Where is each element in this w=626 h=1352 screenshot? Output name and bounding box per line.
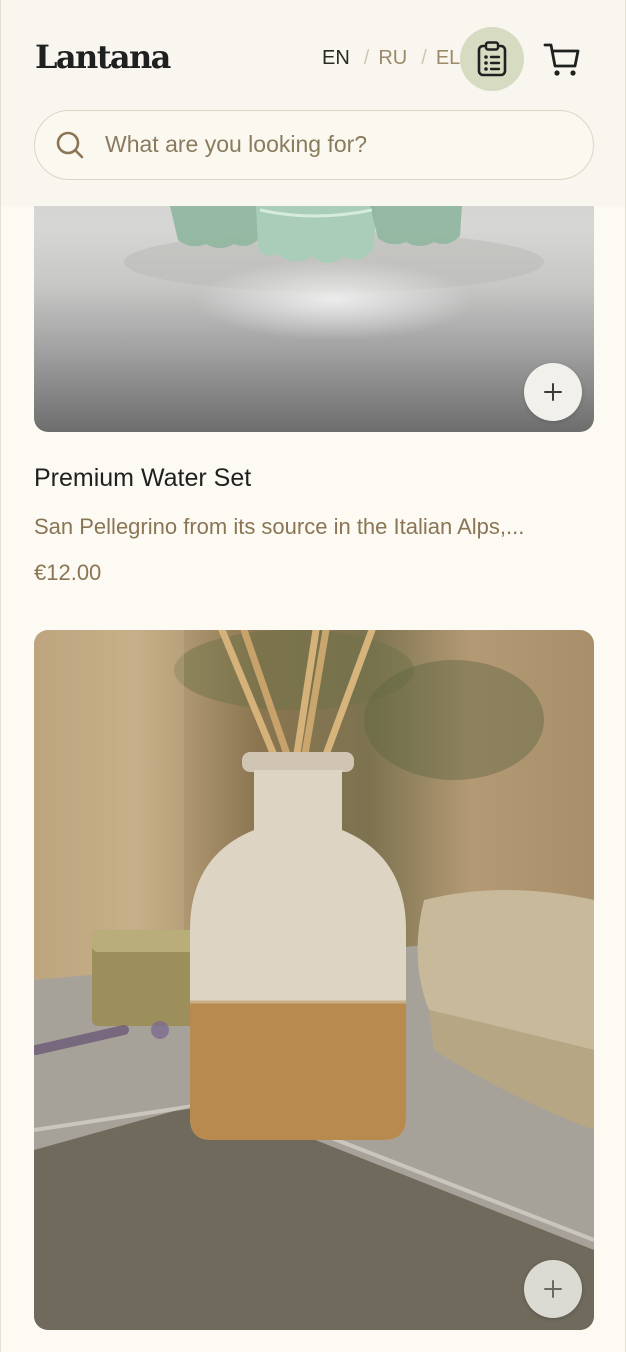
shopping-cart-icon (543, 43, 580, 76)
search-input[interactable] (105, 111, 575, 178)
logo[interactable]: Lantana (35, 38, 171, 76)
add-to-cart-button[interactable] (524, 1260, 582, 1318)
cart-button[interactable] (539, 36, 585, 82)
product-image-reed-diffuser[interactable] (34, 630, 594, 1330)
language-switcher: EN / RU / EL (322, 47, 460, 70)
app-frame: Premium Water Set San Pellegrino from it… (0, 0, 626, 1352)
product-description: San Pellegrino from its source in the It… (34, 514, 525, 539)
add-to-cart-button[interactable] (524, 363, 582, 421)
product-title[interactable]: Premium Water Set (34, 464, 251, 493)
plus-icon (544, 383, 562, 401)
language-en[interactable]: EN (322, 47, 350, 70)
product-price: €12.00 (34, 560, 102, 585)
plus-icon (544, 1280, 562, 1298)
language-el[interactable]: EL (436, 47, 460, 70)
search-icon (56, 131, 84, 159)
site-header: Lantana EN / RU / EL (1, 0, 625, 206)
language-ru[interactable]: RU (378, 47, 407, 70)
order-list-button[interactable] (460, 27, 524, 91)
language-separator: / (363, 47, 370, 69)
language-separator: / (421, 47, 427, 69)
clipboard-list-icon (477, 41, 507, 77)
search-bar (34, 110, 594, 180)
reed-diffuser-illustration (34, 630, 594, 1330)
